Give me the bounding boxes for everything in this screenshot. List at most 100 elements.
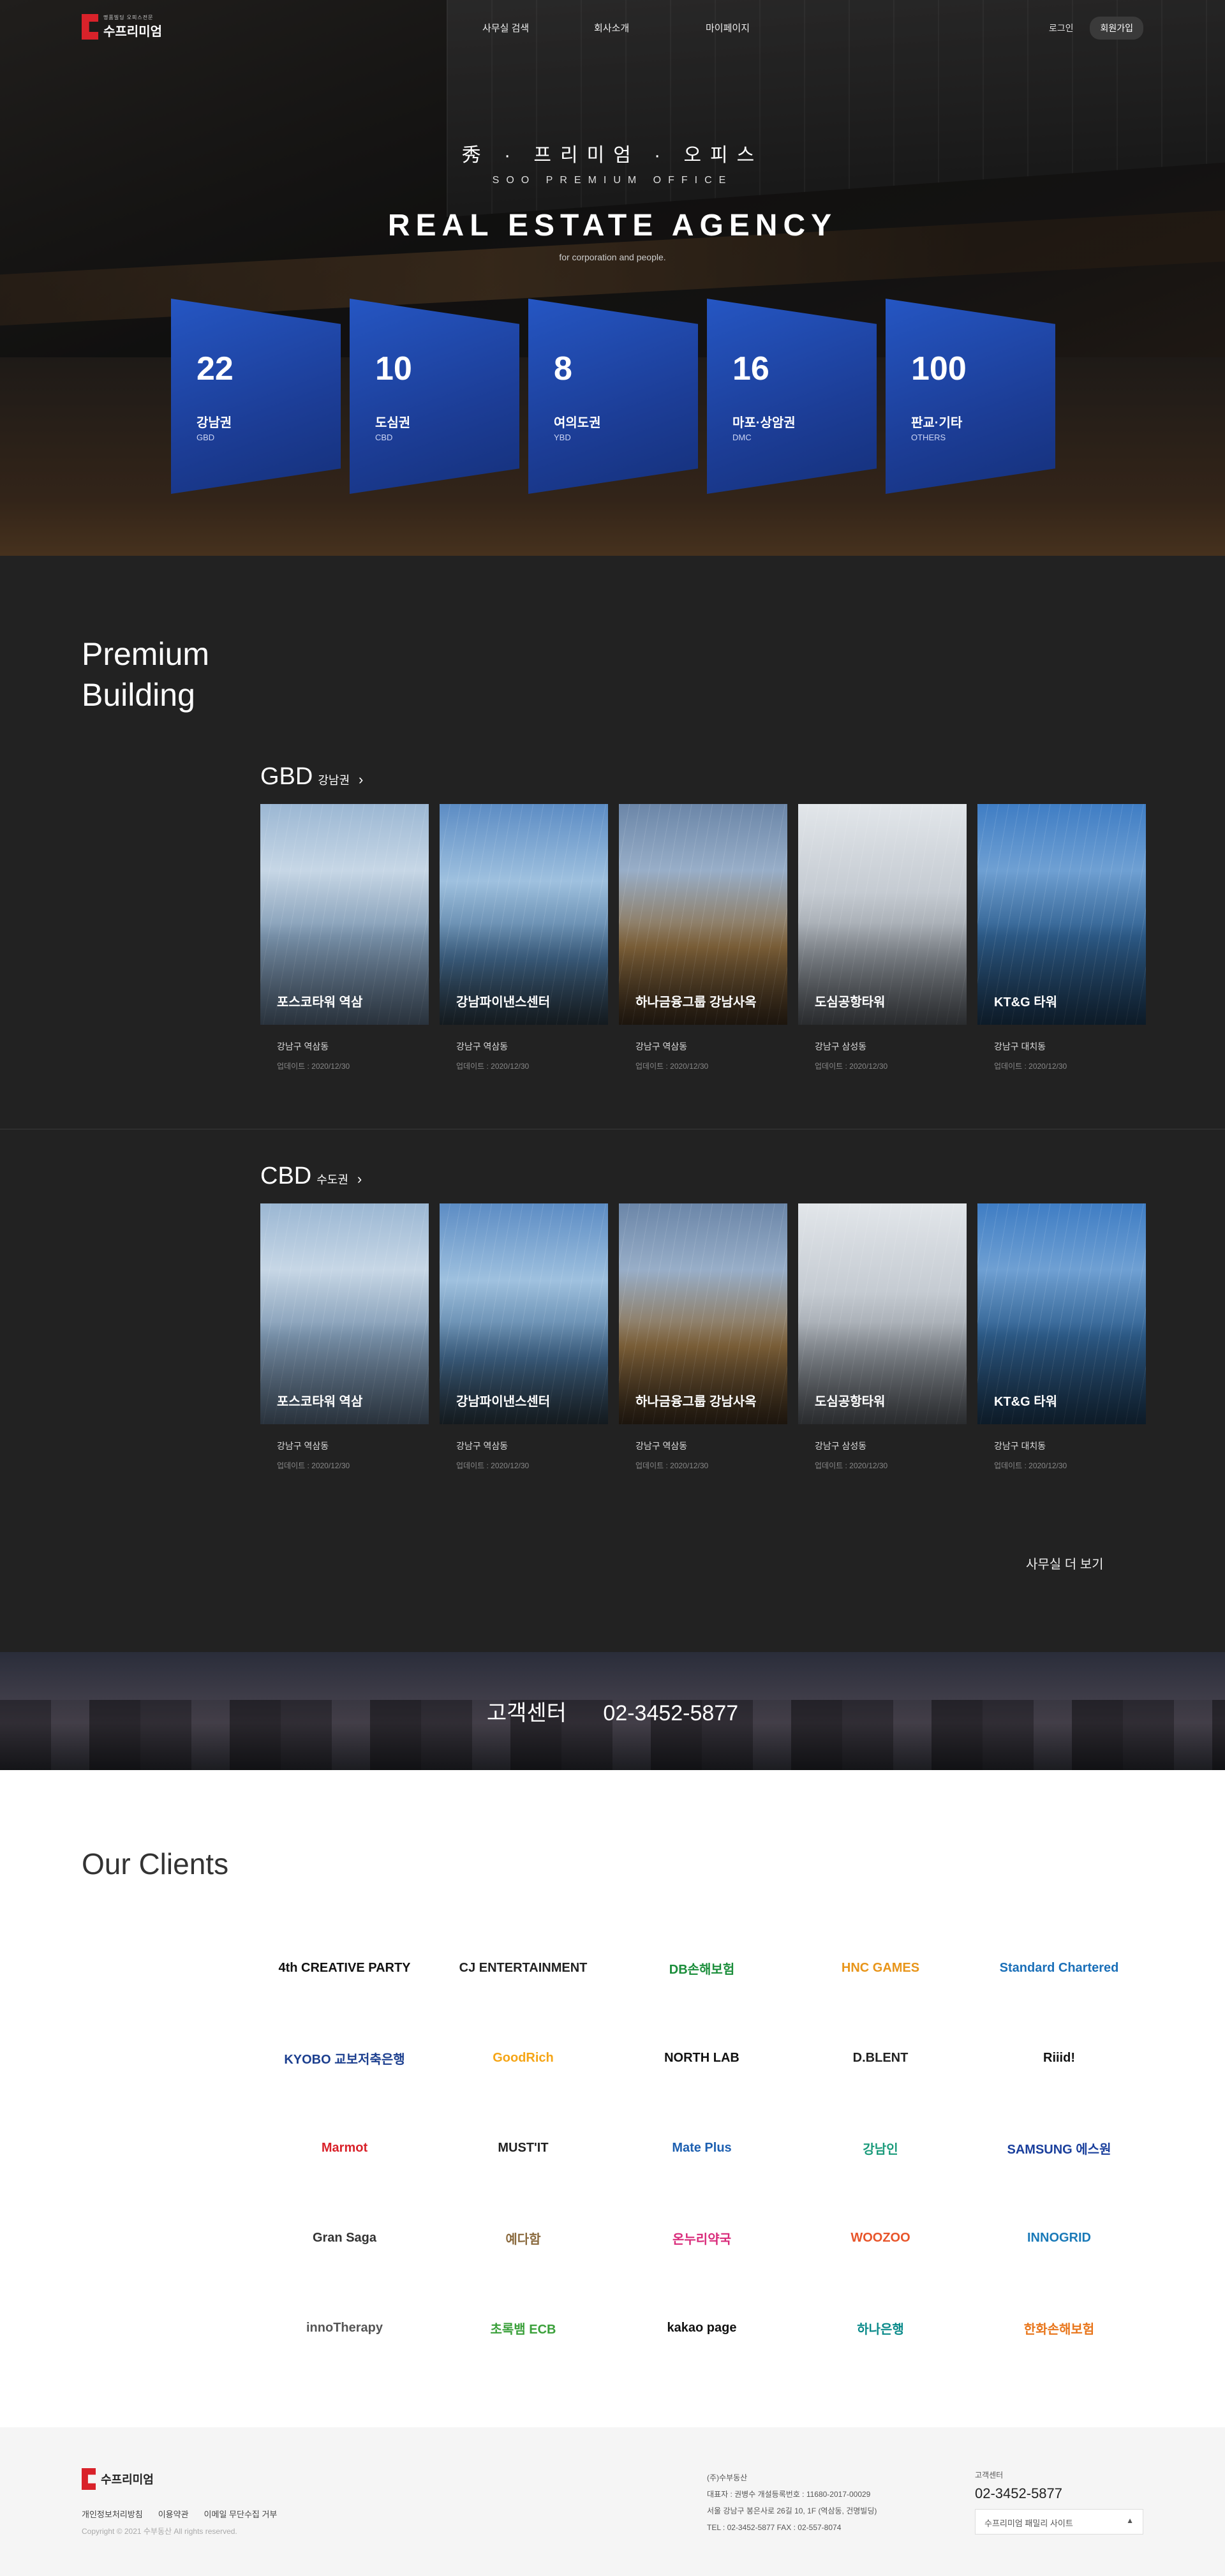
privacy-policy-link[interactable]: 개인정보처리방침 [82, 2508, 143, 2520]
family-site-label: 수프리미엄 패밀리 사이트 [984, 2519, 1073, 2528]
client-logo-text: Riiid! [1043, 2051, 1075, 2065]
footer-logo[interactable]: 수프리미엄 [82, 2468, 154, 2490]
building-photo: 도심공항타워 [798, 1203, 967, 1424]
region-count: 100 [911, 350, 967, 387]
client-logo-text: Mate Plus [672, 2141, 732, 2155]
client-logo-text: 초록뱀 ECB [490, 2323, 556, 2337]
client-logo: Standard Chartered [975, 1923, 1143, 2013]
client-logo: 초록뱀 ECB [439, 2283, 607, 2373]
client-logo-text: GoodRich [493, 2051, 554, 2065]
building-card[interactable]: 강남파이낸스센터 강남구 역삼동 업데이트 : 2020/12/30 [440, 1203, 608, 1471]
building-card[interactable]: 강남파이낸스센터 강남구 역삼동 업데이트 : 2020/12/30 [440, 804, 608, 1071]
main-menu: 사무실 검색 회사소개 마이페이지 [482, 21, 817, 34]
client-logo-text: INNOGRID [1027, 2231, 1091, 2245]
login-link[interactable]: 로그인 [1049, 22, 1074, 34]
cs-phone[interactable]: 02-3452-5877 [603, 1701, 738, 1725]
group-heading[interactable]: GBD 강남권 › [260, 763, 1143, 790]
region-card-ybd[interactable]: 8 여의도권 YBD [528, 299, 698, 494]
building-location: 강남구 역삼동 [456, 1041, 509, 1052]
region-card-dmc[interactable]: 16 마포·상암권 DMC [707, 299, 877, 494]
building-group-cbd: CBD 수도권 › 포스코타워 역삼 강남구 역삼동 업데이트 : 2020/1… [260, 1163, 1146, 1471]
terms-link[interactable]: 이용약관 [158, 2508, 189, 2520]
building-name: 포스코타워 역삼 [277, 1395, 363, 1409]
building-card[interactable]: 포스코타워 역삼 강남구 역삼동 업데이트 : 2020/12/30 [260, 804, 429, 1071]
group-heading[interactable]: CBD 수도권 › [260, 1163, 1143, 1189]
menu-office-search[interactable]: 사무실 검색 [482, 21, 594, 34]
region-card-others[interactable]: 100 판교·기타 OTHERS [886, 299, 1055, 494]
email-refusal-link[interactable]: 이메일 무단수집 거부 [204, 2508, 278, 2520]
region-name: 여의도권 [554, 416, 601, 430]
client-logo: GoodRich [439, 2013, 607, 2103]
client-logo: KYOBO 교보저축은행 [260, 2013, 429, 2103]
building-card[interactable]: 하나금융그룹 강남사옥 강남구 역삼동 업데이트 : 2020/12/30 [619, 1203, 787, 1471]
building-photo: 강남파이낸스센터 [440, 804, 608, 1025]
client-logo-text: innoTherapy [306, 2321, 383, 2335]
building-card[interactable]: 도심공항타워 강남구 삼성동 업데이트 : 2020/12/30 [798, 804, 967, 1071]
building-updated: 업데이트 : 2020/12/30 [456, 1062, 530, 1071]
premium-building-section: Premium Building GBD 강남권 › 포스코타워 역삼 강남구 … [0, 556, 1225, 1652]
cs-label: 고객센터 [486, 1701, 567, 1725]
section-title-line2: Building [82, 677, 195, 713]
region-name: 강남권 [197, 416, 232, 430]
building-updated: 업데이트 : 2020/12/30 [277, 1062, 350, 1071]
client-logo-text: WOOZOO [850, 2231, 910, 2245]
region-code: GBD [197, 433, 215, 442]
region-card-cbd[interactable]: 10 도심권 CBD [350, 299, 519, 494]
client-logo-text: NORTH LAB [664, 2051, 739, 2065]
section-title-line1: Premium [82, 636, 210, 672]
client-logo-text: Gran Saga [312, 2231, 377, 2245]
footer-cs-phone[interactable]: 02-3452-5877 [975, 2485, 1062, 2502]
company-info-line1: 대표자 : 권병수 개설등록번호 : 11680-2017-00029 [707, 2490, 871, 2499]
clients-section: Our Clients 4th CREATIVE PARTY CJ ENTERTA… [0, 1770, 1225, 2427]
footer-customer-center: 고객센터 02-3452-5877 [975, 2469, 1062, 2502]
client-logo-text: 4th CREATIVE PARTY [278, 1961, 411, 1975]
client-logo: Mate Plus [618, 2103, 786, 2193]
client-logo-text: SAMSUNG 에스원 [1007, 2143, 1111, 2157]
client-logo: 예다함 [439, 2193, 607, 2283]
client-logo: NORTH LAB [618, 2013, 786, 2103]
building-location: 강남구 대치동 [994, 1441, 1046, 1451]
family-site-select[interactable]: 수프리미엄 패밀리 사이트 ▲ [975, 2509, 1143, 2535]
building-card[interactable]: KT&G 타워 강남구 대치동 업데이트 : 2020/12/30 [977, 804, 1146, 1071]
site-logo[interactable]: 명품빌딩 오피스전문 수프리미엄 [82, 14, 162, 40]
client-logo-text: 한화손해보험 [1023, 2323, 1095, 2337]
building-card[interactable]: 포스코타워 역삼 강남구 역삼동 업데이트 : 2020/12/30 [260, 1203, 429, 1471]
client-logo: Marmot [260, 2103, 429, 2193]
hero-section: 명품빌딩 오피스전문 수프리미엄 사무실 검색 회사소개 마이페이지 로그인 회… [0, 0, 1225, 556]
logo-mark-icon [82, 14, 98, 40]
company-info-line3: TEL : 02-3452-5877 FAX : 02-557-8074 [707, 2523, 842, 2532]
region-count: 22 [197, 350, 234, 387]
client-logo-text: 온누리약국 [672, 2233, 731, 2247]
client-logo: 하나은행 [796, 2283, 965, 2373]
client-logo: HNC GAMES [796, 1923, 965, 2013]
logo-subtitle: 명품빌딩 오피스전문 [103, 15, 154, 20]
more-offices-link[interactable]: 사무실 더 보기 [1026, 1554, 1104, 1572]
client-logo: Gran Saga [260, 2193, 429, 2283]
client-logo: D.BLENT [796, 2013, 965, 2103]
region-cards: 22 강남권 GBD 10 도심권 CBD 8 여의도권 YBD 16 마포·상… [171, 299, 1055, 494]
building-name: 포스코타워 역삼 [277, 995, 363, 1009]
building-name: KT&G 타워 [994, 995, 1058, 1009]
building-card[interactable]: 도심공항타워 강남구 삼성동 업데이트 : 2020/12/30 [798, 1203, 967, 1471]
util-links: 로그인 회원가입 [1049, 17, 1143, 40]
building-group-gbd: GBD 강남권 › 포스코타워 역삼 강남구 역삼동 업데이트 : 2020/1… [260, 763, 1146, 1071]
region-code: YBD [554, 433, 571, 442]
client-logo-text: 강남인 [863, 2143, 898, 2157]
building-photo: 도심공항타워 [798, 804, 967, 1025]
client-logo-text: CJ ENTERTAINMENT [459, 1961, 588, 1975]
client-logo-text: HNC GAMES [841, 1961, 920, 1975]
building-location: 강남구 역삼동 [635, 1441, 688, 1451]
company-name: (주)수부동산 [707, 2473, 748, 2482]
building-updated: 업데이트 : 2020/12/30 [815, 1062, 888, 1071]
join-button[interactable]: 회원가입 [1090, 17, 1143, 40]
building-card[interactable]: KT&G 타워 강남구 대치동 업데이트 : 2020/12/30 [977, 1203, 1146, 1471]
region-card-gbd[interactable]: 22 강남권 GBD [171, 299, 341, 494]
menu-mypage[interactable]: 마이페이지 [706, 21, 817, 34]
company-info: (주)수부동산 대표자 : 권병수 개설등록번호 : 11680-2017-00… [707, 2469, 877, 2536]
menu-company[interactable]: 회사소개 [594, 21, 706, 34]
building-name: 도심공항타워 [815, 1395, 886, 1409]
client-logo-text: 하나은행 [857, 2323, 904, 2337]
building-card[interactable]: 하나금융그룹 강남사옥 강남구 역삼동 업데이트 : 2020/12/30 [619, 804, 787, 1071]
building-photo: 하나금융그룹 강남사옥 [619, 1203, 787, 1424]
region-count: 16 [732, 350, 769, 387]
